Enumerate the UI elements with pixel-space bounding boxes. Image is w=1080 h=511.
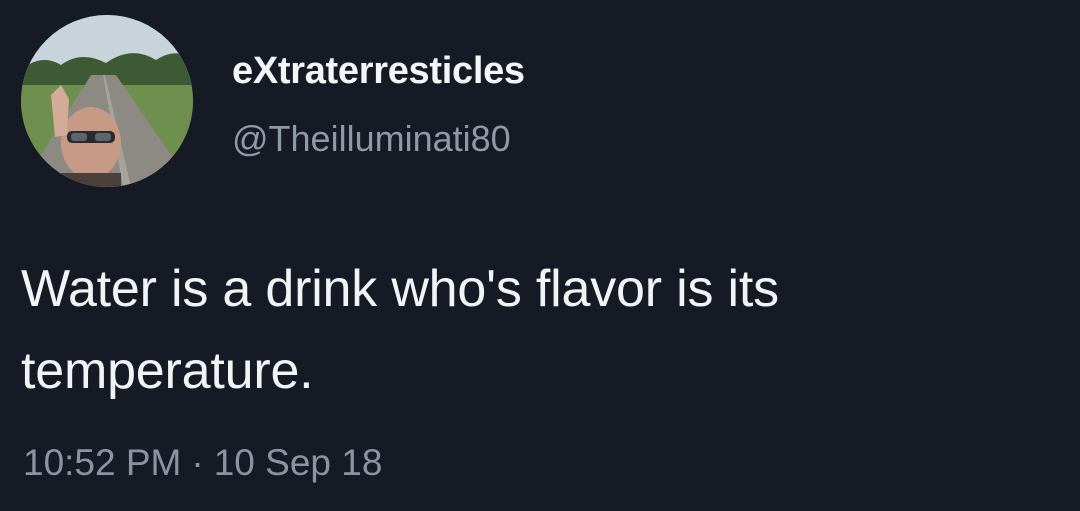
user-handle[interactable]: @Theilluminati80	[232, 118, 511, 160]
tweet-time: 10:52 PM	[23, 442, 182, 483]
tweet-card: eXtraterresticles @Theilluminati80 Water…	[0, 0, 1080, 511]
display-name[interactable]: eXtraterresticles	[232, 50, 525, 93]
avatar-photo	[21, 15, 193, 187]
meta-separator: ·	[191, 442, 204, 483]
tweet-text-line: Water is a drink who's flavor is its	[21, 260, 779, 318]
tweet-date: 10 Sep 18	[213, 442, 383, 483]
tweet-text: Water is a drink who's flavor is its tem…	[21, 248, 1061, 412]
avatar[interactable]	[21, 15, 193, 187]
tweet-text-line: temperature.	[21, 342, 314, 400]
tweet-timestamp[interactable]: 10:52 PM · 10 Sep 18	[23, 442, 382, 484]
